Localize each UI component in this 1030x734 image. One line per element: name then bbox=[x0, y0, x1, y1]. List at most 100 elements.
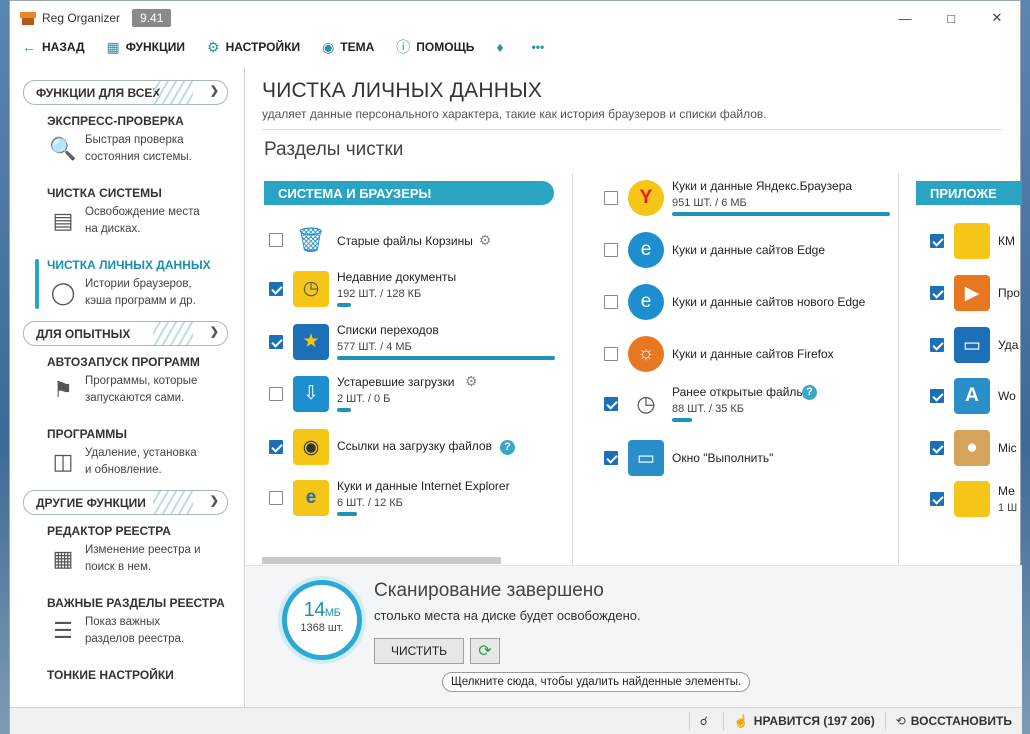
folder-icon bbox=[954, 481, 990, 517]
list-item-new-edge[interactable]: e Куки и данные сайтов нового Edge bbox=[604, 284, 865, 320]
group-other[interactable]: ДРУГИЕ ФУНКЦИИ ❯ bbox=[23, 490, 228, 515]
group-for-all[interactable]: ФУНКЦИИ ДЛЯ ВСЕХ ❯ bbox=[23, 80, 228, 105]
section-apps: ПРИЛОЖЕ bbox=[916, 181, 1022, 205]
list-item-recent-docs[interactable]: ◷ Недавние документы 192 ШТ. / 128 КБ bbox=[269, 270, 456, 307]
checkbox[interactable] bbox=[269, 440, 283, 454]
item-name: Куки и данные сайтов Firefox bbox=[672, 347, 834, 361]
horizontal-scrollbar[interactable] bbox=[262, 557, 501, 564]
item-name: Куки и данные Internet Explorer bbox=[337, 479, 510, 493]
sidebar-item-autorun[interactable]: АВТОЗАПУСК ПРОГРАММ ⚑ Программы, которые… bbox=[35, 346, 244, 418]
clean-tooltip: Щелкните сюда, чтобы удалить найденные э… bbox=[442, 672, 751, 692]
checkbox[interactable] bbox=[930, 492, 944, 506]
sidebar-item-desc: Освобождение места bbox=[85, 206, 200, 218]
sidebar-item-title: ЭКСПРЕСС-ПРОВЕРКА bbox=[47, 114, 184, 128]
download-icon: ⇩ bbox=[293, 375, 329, 412]
item-count: 951 ШТ. / 6 МБ bbox=[672, 197, 747, 209]
question-icon: ⓘ bbox=[396, 39, 411, 55]
list-item-old-downloads[interactable]: ⇩ Устаревшие загрузки 2 ШТ. / 0 Б ⚙ bbox=[269, 373, 478, 412]
item-count: 1 Ш bbox=[998, 502, 1018, 514]
checkbox[interactable] bbox=[604, 190, 618, 205]
support-button[interactable]: ☌ bbox=[688, 712, 723, 730]
item-name: Куки и данные сайтов Edge bbox=[672, 243, 826, 257]
freed-unit: МБ bbox=[324, 607, 341, 619]
notifications-button[interactable]: ♦ bbox=[496, 39, 509, 55]
list-item-download-links[interactable]: ◉ Ссылки на загрузку файлов? bbox=[269, 429, 515, 465]
group-advanced[interactable]: ДЛЯ ОПЫТНЫХ ❯ bbox=[23, 321, 228, 346]
list-item-jump-lists[interactable]: ★ Списки переходов 577 ШТ. / 4 МБ bbox=[269, 323, 555, 360]
list-item-app[interactable]: ▭ Уда bbox=[930, 327, 1018, 363]
checkbox[interactable] bbox=[604, 295, 618, 309]
list-item-recent-files[interactable]: ◷ Ранее открытые файлы 88 ШТ. / 35 КБ ? bbox=[604, 385, 817, 422]
list-item-firefox[interactable]: ☼ Куки и данные сайтов Firefox bbox=[604, 336, 834, 372]
status-bar: ☌ ☝ НРАВИТСЯ (197 206) ⟲ ВОССТАНОВИТЬ bbox=[10, 707, 1022, 734]
item-name: Списки переходов bbox=[337, 323, 439, 337]
back-button[interactable]: ← НАЗАД bbox=[22, 39, 85, 55]
rescan-button[interactable]: ⟳ bbox=[470, 638, 500, 664]
gear-icon[interactable]: ⚙ bbox=[479, 232, 492, 248]
more-button[interactable]: ••• bbox=[532, 40, 545, 54]
list-item-app[interactable]: ● Mic bbox=[930, 430, 1017, 466]
flag-gear-icon: ⚑ bbox=[53, 377, 73, 402]
maximize-button[interactable]: □ bbox=[928, 1, 974, 35]
sidebar-item-tweaks[interactable]: ТОНКИЕ НАСТРОЙКИ bbox=[35, 659, 244, 707]
checkbox[interactable] bbox=[604, 451, 618, 465]
ie-folder-icon: e bbox=[293, 479, 329, 516]
list-item-app[interactable]: КМ bbox=[930, 223, 1015, 259]
like-button[interactable]: ☝ НРАВИТСЯ (197 206) bbox=[722, 712, 885, 730]
checkbox[interactable] bbox=[269, 334, 283, 349]
list-item-app[interactable]: Ме 1 Ш bbox=[930, 481, 1017, 517]
checkbox[interactable] bbox=[930, 286, 944, 300]
sidebar-item-programs[interactable]: ПРОГРАММЫ ◫ Удаление, установка и обновле… bbox=[35, 418, 244, 490]
edge-icon: e bbox=[628, 284, 664, 320]
sidebar-item-express-check[interactable]: ЭКСПРЕСС-ПРОВЕРКА 🔍 Быстрая проверка сост… bbox=[35, 105, 244, 177]
clock-files-icon: ◷ bbox=[636, 390, 656, 416]
minimize-button[interactable]: — bbox=[882, 1, 928, 35]
sidebar-item-title: РЕДАКТОР РЕЕСТРА bbox=[47, 524, 171, 538]
restore-button[interactable]: ⟲ ВОССТАНОВИТЬ bbox=[884, 712, 1022, 730]
checkbox[interactable] bbox=[269, 490, 283, 505]
sidebar-item-desc: Быстрая проверка bbox=[85, 134, 184, 146]
sidebar-item-system-cleaning[interactable]: ЧИСТКА СИСТЕМЫ ▤ Освобождение места на ди… bbox=[35, 177, 244, 249]
checkbox[interactable] bbox=[930, 234, 944, 248]
checkbox[interactable] bbox=[604, 243, 618, 257]
item-count: 577 ШТ. / 4 МБ bbox=[337, 341, 412, 353]
functions-button[interactable]: ▦ ФУНКЦИИ bbox=[107, 39, 186, 56]
checkbox[interactable] bbox=[269, 233, 283, 247]
item-name: Ранее открытые файлы bbox=[672, 385, 806, 399]
checkbox[interactable] bbox=[604, 396, 618, 411]
list-item-recycle-bin[interactable]: 🗑 Старые файлы Корзины ⚙ bbox=[269, 222, 491, 258]
gear-icon[interactable]: ⚙ bbox=[465, 373, 478, 390]
checkbox[interactable] bbox=[930, 441, 944, 455]
sidebar-item-title: ВАЖНЫЕ РАЗДЕЛЫ РЕЕСТРА bbox=[47, 596, 225, 610]
checkbox[interactable] bbox=[604, 347, 618, 361]
sidebar-item-private-data[interactable]: ЧИСТКА ЛИЧНЫХ ДАННЫХ ◯ Истории браузеров… bbox=[35, 249, 244, 321]
checkbox[interactable] bbox=[269, 281, 283, 296]
close-button[interactable]: ✕ bbox=[974, 1, 1020, 35]
help-label: ПОМОЩЬ bbox=[416, 40, 475, 54]
help-icon[interactable]: ? bbox=[499, 440, 515, 455]
settings-label: НАСТРОЙКИ bbox=[225, 40, 301, 54]
checkbox[interactable] bbox=[930, 389, 944, 403]
item-count: 6 ШТ. / 12 КБ bbox=[337, 497, 403, 509]
sections-title: Разделы чистки bbox=[264, 139, 404, 160]
sidebar-item-registry-editor[interactable]: РЕДАКТОР РЕЕСТРА ▦ Изменение реестра и по… bbox=[35, 515, 244, 587]
clean-button[interactable]: ЧИСТИТЬ bbox=[374, 638, 464, 664]
list-item-app[interactable]: A Wo bbox=[930, 378, 1016, 414]
app-title: Reg Organizer bbox=[42, 11, 121, 25]
help-icon[interactable]: ? bbox=[802, 385, 817, 400]
list-item-app[interactable]: ▶ Про bbox=[930, 275, 1020, 311]
list-item-run-dialog[interactable]: ▭ Окно "Выполнить" bbox=[604, 440, 773, 476]
settings-button[interactable]: ⚙ НАСТРОЙКИ bbox=[207, 39, 300, 56]
list-item-ie-cookies[interactable]: e Куки и данные Internet Explorer 6 ШТ. /… bbox=[269, 479, 510, 516]
sidebar-item-desc: Удаление, установка bbox=[85, 447, 197, 459]
sidebar-item-important-keys[interactable]: ВАЖНЫЕ РАЗДЕЛЫ РЕЕСТРА ☰ Показ важных раз… bbox=[35, 587, 244, 659]
clock-document-icon: ◷ bbox=[293, 270, 329, 307]
scan-status-title: Сканирование завершено bbox=[374, 580, 604, 601]
scan-result-panel: 14МБ 1368 шт. Сканирование завершено сто… bbox=[246, 565, 1022, 707]
help-button[interactable]: ⓘ ПОМОЩЬ bbox=[396, 37, 474, 57]
list-item-yandex[interactable]: Y Куки и данные Яндекс.Браузера 951 ШТ. /… bbox=[604, 179, 890, 216]
checkbox[interactable] bbox=[930, 338, 944, 352]
checkbox[interactable] bbox=[269, 386, 283, 401]
theme-button[interactable]: ◉ ТЕМА bbox=[322, 39, 374, 56]
list-item-edge[interactable]: e Куки и данные сайтов Edge bbox=[604, 232, 825, 268]
